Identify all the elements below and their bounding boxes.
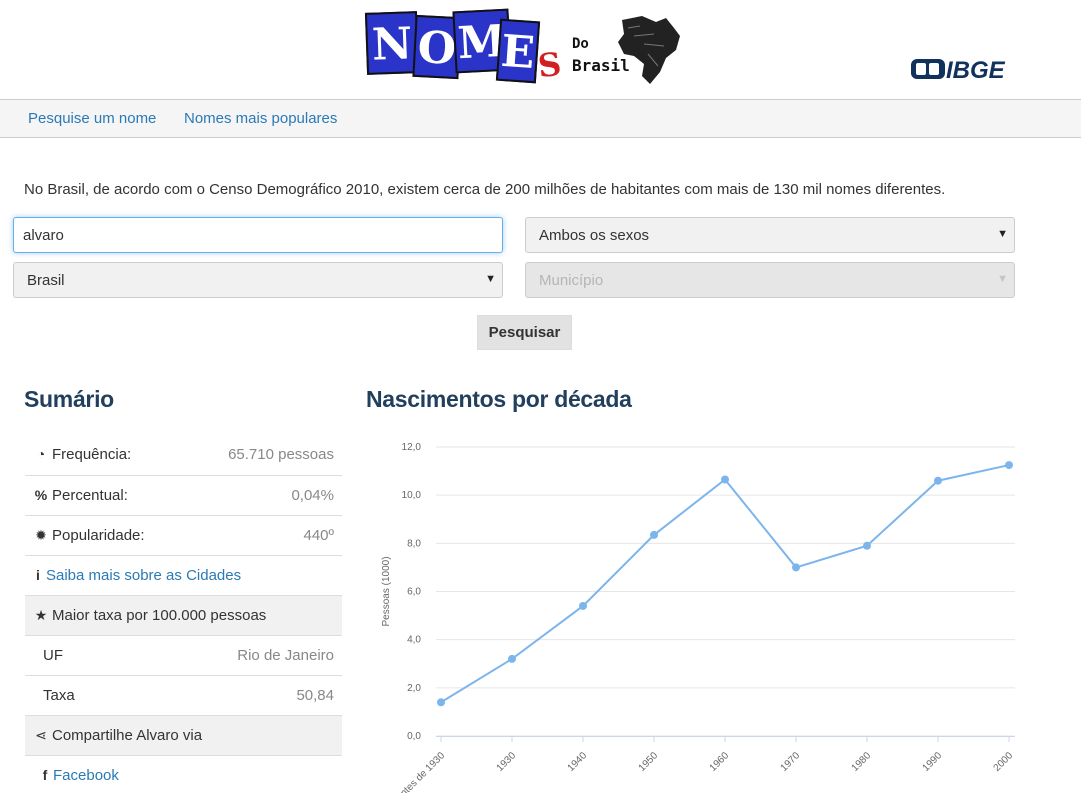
search-button[interactable]: Pesquisar [477,315,572,350]
region-select-value: Brasil [27,272,65,289]
summary-row-popularidade: ✹ Popularidade: 440º [25,515,342,555]
logo-letter: N [364,11,420,75]
uf-value: Rio de Janeiro [237,647,334,664]
frequencia-label: Frequência: [52,446,132,463]
logo-do: Do [572,36,589,52]
frequencia-value: 65.710 pessoas [228,446,334,463]
share-icon: ⋖ [35,727,47,743]
y-axis-label: Pessoas (1000) [381,556,392,626]
y-tick-label: 0,0 [407,731,421,742]
x-tick-label: 1930 [495,750,519,774]
nomes-do-brasil-logo[interactable]: N O M E S Do Brasil [364,8,684,88]
data-point [792,563,800,572]
info-icon: i [36,567,40,583]
x-tick-label: 1940 [566,750,590,774]
y-tick-label: 10,0 [402,490,422,501]
certificate-icon: ✹ [35,527,47,543]
summary-row-taxa: Taxa 50,84 [25,675,342,715]
maior-taxa-label: Maior taxa por 100.000 pessoas [52,607,267,624]
data-point [863,541,871,550]
share-label: Compartilhe Alvaro via [52,727,203,744]
taxa-value: 50,84 [296,687,334,704]
y-tick-label: 12,0 [402,442,422,453]
summary-title: Sumário [24,386,114,412]
logo-letter: E [495,18,541,84]
x-tick-label: 1990 [921,750,945,774]
uf-label: UF [43,647,63,664]
data-point [508,654,516,663]
y-tick-label: 8,0 [407,538,421,549]
x-tick-label: Antes de 1930 [394,750,448,793]
name-input-value: alvaro [23,227,64,244]
star-icon: ★ [34,607,48,623]
facebook-icon: f [42,767,48,783]
summary-row-cidades: i Saiba mais sobre as Cidades [25,555,342,595]
x-tick-label: 2000 [992,750,1016,774]
percentual-value: 0,04% [291,487,334,504]
summary-row-share: ⋖ Compartilhe Alvaro via [25,715,342,755]
data-point [721,475,729,484]
summary-row-frequencia: ◔ Frequência: 65.710 pessoas [25,435,342,475]
region-select[interactable]: Brasil ▼ [13,262,503,298]
main-nav: Pesquise um nome Nomes mais populares [0,100,1081,138]
data-point [650,530,658,539]
dashboard-icon: ◔ [36,446,46,462]
logo-letter: S [536,44,564,86]
nav-item-populares[interactable]: Nomes mais populares [184,110,337,127]
summary-row-percentual: % Percentual: 0,04% [25,475,342,515]
intro-text: No Brasil, de acordo com o Censo Demográ… [24,181,946,198]
caret-down-icon: ▼ [997,273,1008,285]
brazil-map-icon [618,16,680,84]
data-point [579,601,587,610]
nav-item-pesquise[interactable]: Pesquise um nome [28,110,156,127]
chart-title: Nascimentos por década [366,386,632,412]
data-point [934,476,942,485]
site-header: N O M E S Do Brasil IBGE [0,0,1081,100]
popularidade-label: Popularidade: [52,527,145,544]
taxa-label: Taxa [43,687,75,704]
x-tick-label: 1950 [637,750,661,774]
caret-down-icon: ▼ [485,273,496,285]
summary-table: ◔ Frequência: 65.710 pessoas % Percentual:… [25,435,342,793]
municipio-select: Município ▼ [525,262,1015,298]
x-tick-label: 1980 [850,750,874,774]
births-chart: 0,0 2,0 4,0 6,0 8,0 10,0 12,0 Antes de 1930 1930… [370,430,1030,793]
ibge-wordmark: IBGE [946,57,1006,82]
summary-row-uf: UF Rio de Janeiro [25,635,342,675]
ibge-logo[interactable]: IBGE [910,56,1030,82]
facebook-link[interactable]: Facebook [53,767,119,784]
summary-row-facebook: f Facebook [25,755,342,793]
sex-select-value: Ambos os sexos [539,227,650,244]
percent-icon: % [34,487,48,503]
municipio-placeholder: Município [539,272,604,289]
percentual-label: Percentual: [52,487,128,504]
sex-select[interactable]: Ambos os sexos ▼ [525,217,1015,253]
chart-svg: 0,0 2,0 4,0 6,0 8,0 10,0 12,0 Antes de 1930 1930… [381,442,1016,793]
series-line [440,464,1010,704]
name-input[interactable]: alvaro [13,217,503,253]
summary-row-maior-taxa: ★ Maior taxa por 100.000 pessoas [25,595,342,635]
y-tick-label: 6,0 [407,587,421,598]
popularidade-value: 440º [303,527,334,544]
caret-down-icon: ▼ [997,228,1008,240]
x-tick-label: 1970 [779,750,803,774]
y-tick-label: 2,0 [407,683,421,694]
x-tick-label: 1960 [708,750,732,774]
y-tick-label: 4,0 [407,635,421,646]
data-point [437,698,445,707]
cidades-link[interactable]: Saiba mais sobre as Cidades [46,567,241,584]
data-point [1005,461,1013,470]
